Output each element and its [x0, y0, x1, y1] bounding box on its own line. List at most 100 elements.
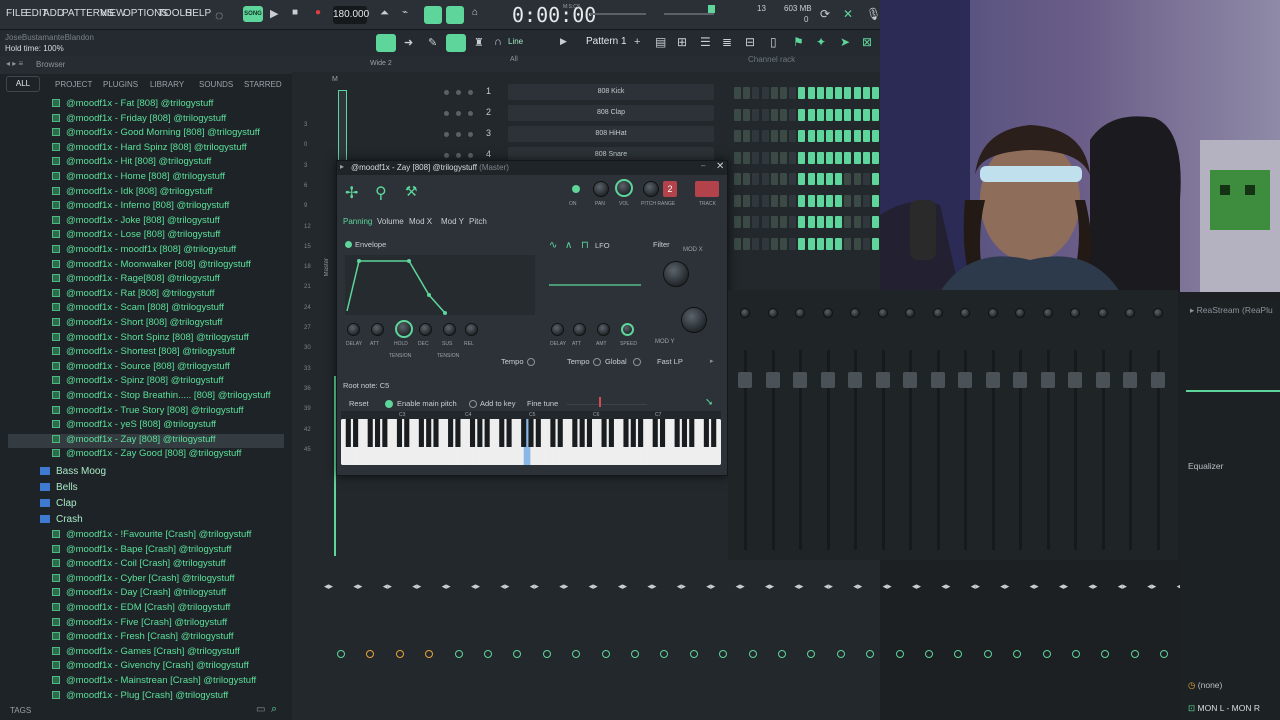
lfo-shape-triangle-icon[interactable]: ∧: [565, 240, 572, 251]
mixer-send-dot[interactable]: [925, 650, 933, 658]
browser-file-item[interactable]: @moodf1x - Rat [808] @trilogystuff: [52, 288, 214, 302]
browser-file-item[interactable]: @moodf1x - Home [808] @trilogystuff: [52, 171, 225, 185]
link-tool-button[interactable]: [446, 34, 466, 52]
plugin-icon[interactable]: ⚑: [793, 35, 804, 49]
step-button[interactable]: [807, 237, 815, 250]
step-button[interactable]: [734, 87, 741, 99]
step-button[interactable]: [789, 108, 797, 121]
browser-icon[interactable]: ⊟: [745, 35, 755, 49]
mixer-send-dot[interactable]: [778, 650, 786, 658]
step-button[interactable]: [816, 194, 824, 207]
step-button[interactable]: [826, 151, 833, 164]
step-button[interactable]: [798, 237, 806, 250]
mixer-send-dot[interactable]: [425, 650, 434, 658]
step-button[interactable]: [752, 130, 760, 142]
mixer-route-arrow-icon[interactable]: ◂▸: [559, 581, 568, 592]
browser-file-item[interactable]: @moodf1x - yeS [808] @trilogystuff: [52, 419, 216, 433]
browser-file-item[interactable]: @moodf1x - Stop Breathin..... [808] @tri…: [52, 390, 270, 404]
mixer-route-arrow-icon[interactable]: ◂▸: [530, 581, 539, 592]
step-button[interactable]: [844, 237, 852, 250]
step-button[interactable]: [807, 87, 815, 99]
magnet-icon[interactable]: ∩: [494, 36, 502, 48]
lfo-shape-sine-icon[interactable]: ∿: [549, 240, 557, 251]
channel-button[interactable]: 808 Kick: [508, 84, 714, 100]
mixer-fader-handle[interactable]: [930, 372, 945, 388]
mixer-pan-knob[interactable]: [877, 308, 888, 318]
menu-file[interactable]: FILE: [6, 8, 27, 19]
channel-led[interactable]: [444, 153, 449, 158]
mixer-send-dot[interactable]: [954, 650, 963, 658]
browser-file-item[interactable]: @moodf1x - EDM [Crash] @trilogystuff: [52, 602, 230, 616]
step-button[interactable]: [826, 87, 833, 99]
mixer-route-arrow-icon[interactable]: ◂▸: [1088, 581, 1097, 592]
step-button[interactable]: [853, 130, 861, 142]
step-button[interactable]: [743, 173, 751, 185]
step-button[interactable]: [780, 216, 787, 228]
step-button[interactable]: [734, 216, 741, 228]
step-button[interactable]: [826, 173, 833, 185]
wand-icon[interactable]: ✦: [816, 35, 826, 49]
mixer-route-arrow-icon[interactable]: ◂▸: [1118, 581, 1127, 592]
mixer-route-arrow-icon[interactable]: ◂▸: [353, 581, 362, 592]
step-button[interactable]: [761, 173, 769, 185]
refresh-icon[interactable]: ⟳: [820, 7, 830, 21]
step-button[interactable]: [844, 194, 852, 207]
mixer-fader-handle[interactable]: [820, 372, 835, 388]
mixer-route-arrow-icon[interactable]: ◂▸: [471, 581, 480, 592]
pitch-knob[interactable]: [643, 181, 659, 197]
step-button[interactable]: [862, 87, 870, 99]
step-button[interactable]: [789, 130, 797, 142]
menu-help[interactable]: HELP: [185, 8, 211, 19]
mixer-route-arrow-icon[interactable]: ◂▸: [647, 581, 656, 592]
folder-icon[interactable]: ▭: [256, 704, 265, 715]
step-button[interactable]: [789, 237, 797, 250]
step-button[interactable]: [816, 151, 824, 164]
mixer-pan-knob[interactable]: [767, 308, 778, 318]
tab-mod-y[interactable]: Mod Y: [441, 217, 464, 226]
mixer-pan-knob[interactable]: [795, 308, 805, 318]
step-button[interactable]: [743, 87, 751, 99]
mixer-route-arrow-icon[interactable]: ◂▸: [971, 581, 980, 592]
step-button[interactable]: [761, 130, 769, 142]
mixer-route-arrow-icon[interactable]: ◂▸: [412, 581, 421, 592]
mixer-route-arrow-icon[interactable]: ◂▸: [706, 581, 715, 592]
channel-led[interactable]: [444, 111, 449, 116]
tab-panning[interactable]: Panning: [343, 217, 372, 226]
step-button[interactable]: [743, 237, 751, 250]
step-button[interactable]: [816, 87, 824, 99]
folder-clap[interactable]: Clap: [40, 498, 77, 513]
mixer-fader-handle[interactable]: [1013, 372, 1027, 388]
step-button[interactable]: [807, 216, 815, 228]
step-button[interactable]: [835, 151, 843, 164]
mixer-pan-knob[interactable]: [740, 308, 750, 318]
step-button[interactable]: [826, 216, 833, 228]
plugin-instrument-icon[interactable]: ⚲: [375, 183, 387, 203]
mixer-send-dot[interactable]: [1013, 650, 1022, 658]
browser-file-item[interactable]: @moodf1x - Spinz [808] @trilogystuff: [52, 375, 223, 389]
folder-crash[interactable]: Crash: [40, 514, 83, 529]
mixer-pan-knob[interactable]: [1097, 308, 1108, 318]
mixer-send-dot[interactable]: [1160, 650, 1169, 658]
step-button[interactable]: [826, 130, 833, 142]
minimize-icon[interactable]: –: [701, 161, 705, 170]
record-icon[interactable]: ●: [315, 7, 321, 18]
step-button[interactable]: [743, 108, 751, 121]
step-button[interactable]: [743, 194, 751, 207]
step-button[interactable]: [816, 108, 824, 121]
step-button[interactable]: [770, 108, 778, 121]
step-button[interactable]: [853, 173, 861, 185]
piano-roll-icon[interactable]: ⊞: [677, 35, 687, 49]
step-button[interactable]: [734, 151, 741, 164]
step-button[interactable]: [872, 151, 879, 164]
browser-file-item[interactable]: @moodf1x - Plug [Crash] @trilogystuff: [52, 690, 228, 704]
step-button[interactable]: [872, 130, 879, 142]
step-button[interactable]: [853, 108, 861, 121]
step-button[interactable]: [752, 151, 760, 164]
step-button[interactable]: [807, 173, 815, 185]
mixer-send-dot[interactable]: [454, 650, 463, 658]
browser-file-item[interactable]: @moodf1x - Zay Good [808] @trilogystuff: [52, 448, 241, 462]
step-button[interactable]: [770, 130, 778, 142]
insert-plugin-equalizer[interactable]: Equalizer: [1188, 461, 1223, 471]
step-button[interactable]: [761, 108, 769, 121]
mixer-send-dot[interactable]: [895, 650, 904, 658]
